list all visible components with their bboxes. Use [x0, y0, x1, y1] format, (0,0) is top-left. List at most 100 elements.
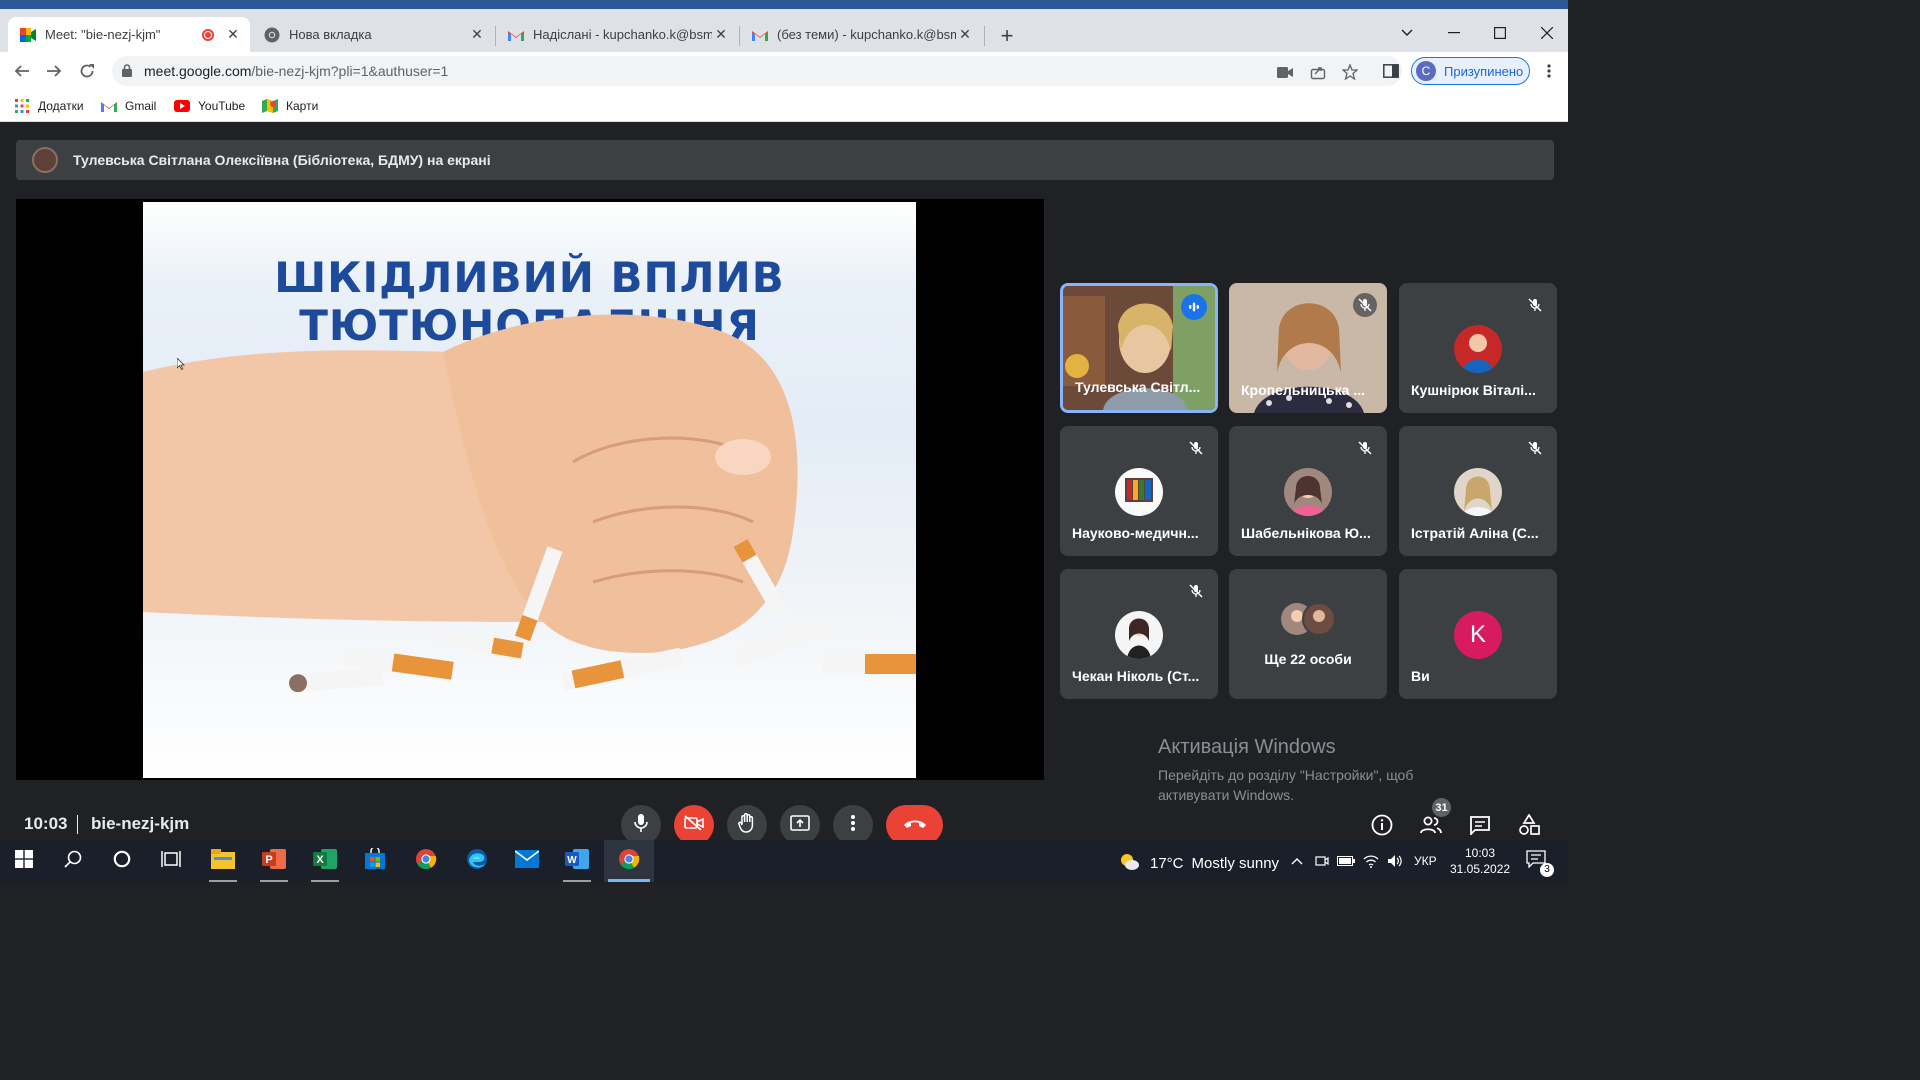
taskbar-chrome-active[interactable] [604, 840, 654, 882]
taskbar-word[interactable]: W [553, 840, 601, 882]
action-center-button[interactable]: 3 [1512, 840, 1560, 882]
participant-tile[interactable]: Кропельницька ... [1229, 283, 1387, 413]
tab-new[interactable]: Нова вкладка ✕ [252, 17, 494, 52]
share-icon[interactable] [1308, 62, 1328, 82]
taskbar-excel[interactable]: X [301, 840, 349, 882]
windows-activation-title: Активація Windows [1158, 736, 1336, 758]
browser-toolbar: meet.google.com/bie-nezj-kjm?pli=1&authu… [0, 52, 1568, 90]
participant-tile[interactable]: Кушнірюк Віталі... [1399, 283, 1557, 413]
tab-gmail-nosubject[interactable]: (без теми) - kupchanko.k@bsmu.edu.ua ✕ [740, 17, 982, 52]
weather-widget[interactable]: 17°C Mostly sunny [1118, 851, 1279, 875]
taskbar-chrome[interactable] [402, 840, 450, 882]
google-meet-icon [20, 27, 36, 43]
weather-temperature: 17°C [1150, 854, 1184, 872]
participant-tile[interactable]: Чекан Ніколь (Ст... [1060, 569, 1218, 699]
back-icon[interactable] [10, 59, 34, 83]
chat-icon[interactable] [1465, 810, 1495, 840]
bookmark-gmail[interactable]: Gmail [101, 96, 156, 116]
svg-text:P: P [265, 854, 272, 866]
camera-off-button[interactable] [674, 805, 714, 845]
bookmark-label: Карти [286, 99, 319, 113]
close-tab-icon[interactable]: ✕ [956, 26, 974, 44]
close-tab-icon[interactable]: ✕ [468, 26, 486, 44]
participant-tile[interactable]: Науково-медичн... [1060, 426, 1218, 556]
speaking-indicator-icon [1181, 294, 1207, 320]
slide: ШКІДЛИВИЙ ВПЛИВ ТЮТЮНОПАЛІННЯ [143, 202, 916, 778]
taskbar-powerpoint[interactable]: P [250, 840, 298, 882]
forward-icon[interactable] [42, 59, 66, 83]
wifi-icon[interactable] [1362, 852, 1380, 870]
notifications-icon: 3 [1526, 849, 1554, 877]
chrome-icon [618, 848, 640, 875]
participant-tile[interactable]: Тулевська Світл... [1060, 283, 1218, 413]
bookmark-star-icon[interactable] [1340, 62, 1360, 82]
participant-tile[interactable]: Істратій Аліна (С... [1399, 426, 1557, 556]
search-button[interactable] [49, 840, 97, 882]
microsoft-store-icon [364, 845, 386, 875]
bookmarks-bar: Додатки Gmail YouTube Карти [0, 90, 1568, 122]
participant-name: Шабельнікова Ю... [1241, 525, 1371, 541]
people-count-badge: 31 [1432, 798, 1451, 817]
taskbar-edge[interactable] [453, 840, 501, 882]
battery-icon[interactable] [1337, 852, 1355, 870]
fist-cigarettes-illustration [143, 314, 916, 693]
raise-hand-icon [738, 812, 756, 838]
tab-meet[interactable]: Meet: "bie-nezj-kjm" ✕ [8, 17, 250, 52]
task-view-button[interactable] [147, 840, 195, 882]
taskbar-file-explorer[interactable] [199, 840, 247, 882]
close-tab-icon[interactable]: ✕ [224, 26, 242, 44]
bookmark-youtube[interactable]: YouTube [174, 96, 245, 116]
raise-hand-button[interactable] [727, 805, 767, 845]
mic-off-icon [1184, 436, 1208, 460]
taskbar-clock[interactable]: 10:03 31.05.2022 [1450, 845, 1510, 877]
windows-logo-icon [15, 849, 33, 873]
taskbar-time: 10:03 [1464, 846, 1496, 860]
maximize-icon[interactable] [1477, 18, 1523, 48]
bookmark-apps[interactable]: Додатки [14, 96, 84, 116]
chrome-menu-icon[interactable] [1537, 59, 1561, 83]
tab-search-icon[interactable] [1384, 18, 1430, 48]
more-options-button[interactable] [833, 805, 873, 845]
avatar-stack [1279, 602, 1339, 636]
microphone-button[interactable] [621, 805, 661, 845]
close-window-icon[interactable] [1524, 18, 1570, 48]
taskbar-microsoft-store[interactable] [351, 840, 399, 882]
presentation-stage[interactable]: ШКІДЛИВИЙ ВПЛИВ ТЮТЮНОПАЛІННЯ [16, 199, 1044, 780]
more-vert-icon [851, 814, 855, 836]
participant-tile[interactable]: Шабельнікова Ю... [1229, 426, 1387, 556]
taskbar-mail[interactable] [503, 840, 551, 882]
participant-name: Кропельницька ... [1241, 382, 1366, 398]
profile-avatar: C [1416, 61, 1436, 81]
profile-status-label: Призупинено [1444, 63, 1524, 79]
chrome-icon [415, 848, 437, 875]
windows-activation-watermark: Активація Windows Перейдіть до розділу "… [1158, 736, 1488, 805]
cortana-button[interactable] [98, 840, 146, 882]
svg-text:X: X [316, 854, 324, 866]
reload-icon[interactable] [75, 59, 99, 83]
more-participants-label: Ще 22 особи [1264, 651, 1352, 667]
start-button[interactable] [0, 840, 48, 882]
more-participants-tile[interactable]: Ще 22 особи [1229, 569, 1387, 699]
bookmark-maps[interactable]: Карти [262, 96, 318, 116]
minimize-icon[interactable] [1431, 18, 1477, 48]
meeting-details-icon[interactable] [1367, 810, 1397, 840]
camera-in-use-icon[interactable] [1275, 62, 1295, 82]
close-tab-icon[interactable]: ✕ [712, 26, 730, 44]
lock-icon[interactable] [122, 64, 132, 77]
activities-icon[interactable] [1514, 810, 1544, 840]
address-bar[interactable]: meet.google.com/bie-nezj-kjm?pli=1&authu… [112, 56, 1402, 86]
input-language[interactable]: УКР [1414, 854, 1437, 868]
self-tile[interactable]: K Ви [1399, 569, 1557, 699]
avatar [1454, 468, 1502, 516]
show-hidden-icons-chevron-icon[interactable] [1288, 852, 1306, 870]
present-screen-button[interactable] [780, 805, 820, 845]
avatar [1115, 611, 1163, 659]
profile-button[interactable]: C Призупинено [1411, 57, 1530, 85]
tab-gmail-sent[interactable]: Надіслані - kupchanko.k@bsmu.edu.ua ✕ [496, 17, 738, 52]
side-panel-icon[interactable] [1379, 59, 1403, 83]
mouse-cursor-icon [176, 357, 185, 375]
leave-call-button[interactable] [886, 805, 943, 845]
volume-icon[interactable] [1386, 852, 1404, 870]
meet-now-icon[interactable] [1313, 852, 1331, 870]
new-tab-button[interactable]: + [995, 23, 1019, 48]
